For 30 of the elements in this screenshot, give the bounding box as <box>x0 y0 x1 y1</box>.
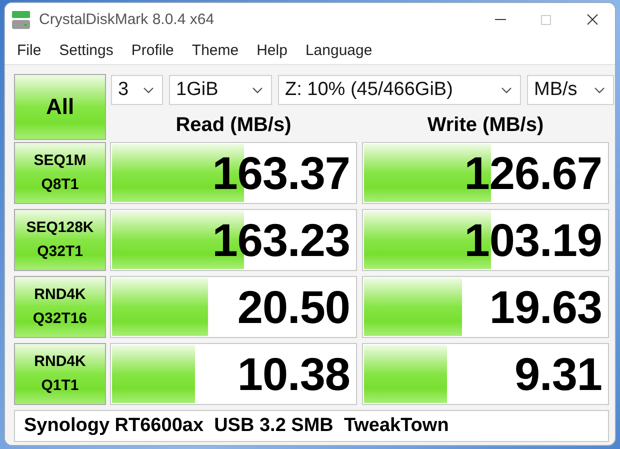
chevron-down-icon <box>252 86 263 94</box>
column-header: Read (MB/s) <box>174 113 292 138</box>
test-button[interactable]: RND4K Q1T1 <box>14 343 106 405</box>
dropdown[interactable]: MB/s <box>527 75 614 105</box>
dropdown[interactable]: 1GiB <box>169 75 272 105</box>
result-value: 10.38 <box>237 351 350 397</box>
result-value: 19.63 <box>489 284 602 330</box>
test-button[interactable]: RND4K Q32T16 <box>14 276 106 338</box>
menu-item[interactable]: Settings <box>53 42 120 58</box>
result-value: 20.50 <box>237 284 350 330</box>
result-value: 9.31 <box>514 351 602 397</box>
comment-field[interactable]: Synology RT6600ax USB 3.2 SMB TweakTown <box>14 410 609 442</box>
test-button[interactable]: SEQ1M Q8T1 <box>14 142 106 204</box>
all-button[interactable]: All <box>14 74 106 140</box>
test-button[interactable]: SEQ128K Q32T1 <box>14 209 106 271</box>
disk-drive-icon <box>11 10 31 30</box>
dropdown[interactable]: 3 <box>111 75 163 105</box>
column-header: Write (MB/s) <box>426 113 545 138</box>
minimize-icon[interactable] <box>494 19 506 20</box>
close-icon[interactable] <box>586 14 598 25</box>
chevron-down-icon <box>594 86 605 94</box>
menu-item[interactable]: Language <box>299 42 378 58</box>
chevron-down-icon <box>143 86 154 94</box>
window-title: CrystalDiskMark 8.0.4 x64 <box>39 11 216 28</box>
menu-item[interactable]: Profile <box>125 42 180 58</box>
menu-item[interactable]: Theme <box>186 42 245 58</box>
menu-item[interactable]: File <box>11 42 48 58</box>
menu-item[interactable]: Help <box>250 42 294 58</box>
dropdown[interactable]: Z: 10% (45/466GiB) <box>278 75 521 105</box>
chevron-down-icon <box>501 86 512 94</box>
